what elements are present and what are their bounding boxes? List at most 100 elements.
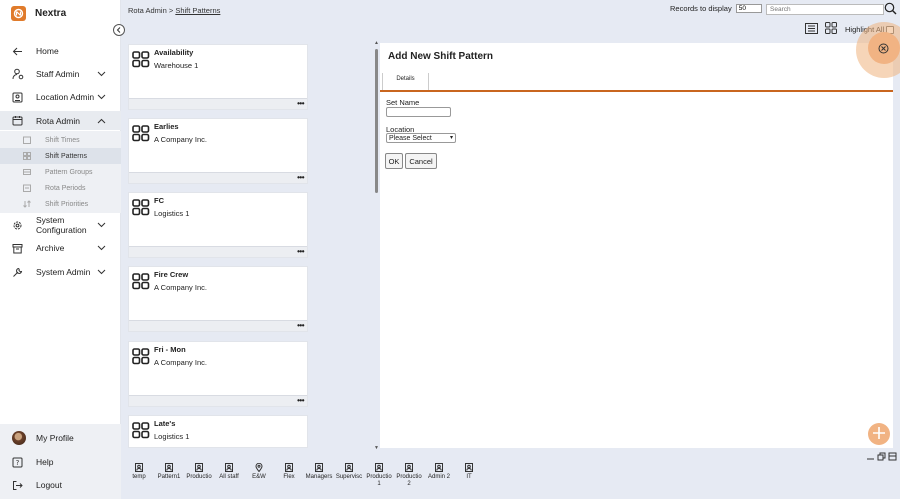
chevron-down-icon <box>97 92 106 102</box>
sort-icon <box>23 200 31 208</box>
sidebar-subitem-label: Rota Periods <box>45 184 86 192</box>
pattern-group-item[interactable]: All staff <box>214 463 244 488</box>
grid-icon <box>132 422 150 441</box>
window-controls <box>866 452 897 463</box>
clock-icon <box>23 136 31 144</box>
minimize-icon[interactable] <box>866 452 875 463</box>
chevron-up-icon <box>97 116 106 126</box>
rota-admin-submenu: Shift Times Shift Patterns Pattern Group… <box>0 131 121 213</box>
set-name-input[interactable] <box>386 107 451 117</box>
restore-icon[interactable] <box>877 452 886 463</box>
collapse-sidebar-button[interactable] <box>113 24 125 36</box>
sidebar-item-staff-admin[interactable]: Staff Admin <box>0 67 121 81</box>
breadcrumb-current[interactable]: Shift Patterns <box>175 6 220 15</box>
group-label: Productio <box>396 474 422 480</box>
person-badge-icon <box>225 463 233 472</box>
more-options-icon[interactable]: ••• <box>297 321 304 330</box>
pattern-group-item[interactable]: Admin 2 <box>424 463 454 488</box>
sidebar-item-label: Rota Admin <box>36 115 80 126</box>
search-input[interactable] <box>766 4 884 15</box>
sidebar-item-label: Archive <box>36 243 65 253</box>
shift-pattern-card[interactable]: FC Logistics 1 ••• <box>128 192 308 258</box>
more-options-icon[interactable]: ••• <box>297 99 304 108</box>
calendar-icon <box>12 115 23 126</box>
sidebar-item-location-admin[interactable]: Location Admin <box>0 86 121 108</box>
group-label: Managers <box>305 474 333 480</box>
sidebar-item-system-configuration[interactable]: System Configuration <box>0 214 121 236</box>
shift-pattern-card[interactable]: Fri - Mon A Company Inc. ••• <box>128 341 308 407</box>
add-button[interactable] <box>868 423 890 445</box>
records-input[interactable] <box>735 4 762 13</box>
sidebar-subitem-shift-priorities[interactable]: Shift Priorities <box>0 196 121 212</box>
sidebar-item-rota-admin[interactable]: Rota Admin <box>0 111 121 130</box>
user-settings-icon <box>12 68 24 80</box>
pattern-group-item[interactable]: Supervisc <box>334 463 364 488</box>
logout-icon <box>12 480 23 491</box>
sidebar-subitem-shift-patterns[interactable]: Shift Patterns <box>0 148 121 164</box>
pattern-group-item[interactable]: Productio 1 <box>364 463 394 488</box>
scrollbar-thumb[interactable] <box>375 49 378 193</box>
person-badge-icon <box>165 463 173 472</box>
card-title: Fire Crew <box>154 270 189 279</box>
sidebar-subitem-label: Shift Patterns <box>45 152 88 160</box>
pattern-group-item[interactable]: Pattern1 <box>154 463 184 488</box>
breadcrumb: Rota Admin > Shift Patterns <box>128 6 220 15</box>
sidebar-item-label: Logout <box>36 480 62 490</box>
pattern-group-item[interactable]: IT <box>454 463 484 488</box>
shift-pattern-card[interactable]: Fire Crew A Company Inc. ••• <box>128 266 308 332</box>
sidebar-subitem-pattern-groups[interactable]: Pattern Groups <box>0 164 121 180</box>
tab-underline <box>380 90 893 92</box>
sidebar-subitem-shift-times[interactable]: Shift Times <box>0 132 121 148</box>
location-select[interactable]: Please Select ▾ <box>386 133 456 143</box>
pattern-group-item[interactable]: Flex <box>274 463 304 488</box>
cancel-button[interactable]: Cancel <box>405 153 437 169</box>
maximize-icon[interactable] <box>888 452 897 463</box>
shift-pattern-card[interactable]: Late's Logistics 1 <box>128 415 308 448</box>
sidebar-item-logout[interactable]: Logout <box>0 478 121 492</box>
pattern-group-item[interactable]: Productio 2 <box>394 463 424 488</box>
pattern-group-item[interactable]: E&W <box>244 463 274 488</box>
sidebar-item-home[interactable]: Home <box>0 44 121 58</box>
brand[interactable]: Nextra <box>11 6 66 21</box>
grid-icon <box>132 348 150 367</box>
pattern-group-item[interactable]: temp <box>124 463 154 488</box>
shift-pattern-card[interactable]: Earlies A Company Inc. ••• <box>128 118 308 184</box>
sidebar-item-label: Help <box>36 457 54 467</box>
chevron-down-icon <box>97 267 106 277</box>
ok-button[interactable]: OK <box>385 153 403 169</box>
sidebar-item-label: System Configuration <box>36 215 87 235</box>
tab-details[interactable]: Details <box>382 73 429 91</box>
person-badge-icon <box>285 463 293 472</box>
list-view-icon[interactable] <box>805 23 818 36</box>
group-label: temp <box>132 474 146 480</box>
sidebar-item-my-profile[interactable]: My Profile <box>0 431 121 445</box>
sidebar-subitem-rota-periods[interactable]: Rota Periods <box>0 180 121 196</box>
location-select-value: Please Select <box>389 135 432 142</box>
panel-title: Add New Shift Pattern <box>388 51 494 62</box>
chevron-down-icon: ▾ <box>449 135 453 141</box>
sidebar-item-label: Home <box>36 46 59 56</box>
card-footer: ••• <box>129 246 307 257</box>
sidebar-item-label: Staff Admin <box>36 69 80 79</box>
app-name: Nextra <box>35 8 67 19</box>
sidebar-item-help[interactable]: ? Help <box>0 455 121 469</box>
grid-icon <box>132 125 150 144</box>
sidebar-item-archive[interactable]: Archive <box>0 241 121 255</box>
add-shift-pattern-panel: Add New Shift Pattern Details Set Name L… <box>380 43 893 448</box>
grid-view-icon[interactable] <box>825 22 837 36</box>
group-label-line2: 2 <box>407 481 411 487</box>
more-options-icon[interactable]: ••• <box>297 173 304 182</box>
records-to-display: Records to display <box>670 4 762 13</box>
grid-icon <box>132 51 150 70</box>
chevron-down-icon <box>97 220 106 230</box>
search-icon[interactable] <box>884 2 897 17</box>
pattern-group-item[interactable]: Managers <box>304 463 334 488</box>
pattern-group-item[interactable]: Productio <box>184 463 214 488</box>
location-badge-icon <box>12 92 23 103</box>
more-options-icon[interactable]: ••• <box>297 247 304 256</box>
more-options-icon[interactable]: ••• <box>297 396 304 405</box>
group-label: Flex <box>283 474 295 480</box>
card-footer: ••• <box>129 98 307 109</box>
shift-pattern-card[interactable]: Availability Warehouse 1 ••• <box>128 44 308 110</box>
sidebar-item-system-admin[interactable]: System Admin <box>0 261 121 283</box>
